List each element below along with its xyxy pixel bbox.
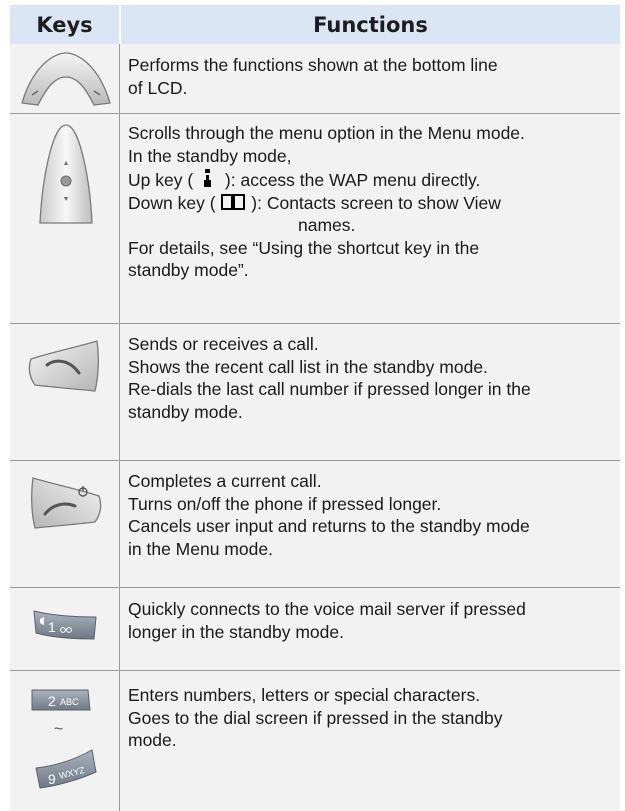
description-line: Up key ( ): access the WAP menu directly… [128, 167, 614, 192]
number-keys-icon: 2 ABC ~ 9 WXYZ [31, 689, 97, 789]
table-row: 2 ABC ~ 9 WXYZ Enters numbers, letters o… [10, 670, 620, 811]
description-line: Down key ( ): Contacts screen to show Vi… [128, 192, 614, 215]
function-description: Quickly connects to the voice mail serve… [128, 598, 614, 643]
wap-icon [204, 169, 212, 187]
description-line: standby mode. [128, 401, 243, 422]
keys-column-header: Keys [36, 12, 93, 37]
function-description: Performs the functions shown at the bott… [128, 54, 614, 99]
function-description: Scrolls through the menu option in the M… [128, 122, 614, 282]
description-line: Re-dials the last call number if pressed… [128, 379, 531, 399]
function-description: Enters numbers, letters or special chara… [128, 684, 614, 752]
description-line: of LCD. [128, 77, 188, 98]
down-key-label: Down key ( [128, 192, 216, 213]
svg-text:9: 9 [48, 771, 56, 787]
description-line: Completes a current call. [128, 471, 322, 491]
key-cell: 1 [10, 587, 119, 670]
description-line: names. [298, 215, 356, 235]
key-cell [10, 323, 119, 460]
description-line: Sends or receives a call. [128, 334, 319, 354]
table-header: Keys Functions [10, 5, 620, 44]
voicemail-key-icon: 1 [33, 610, 97, 640]
table-row: Sends or receives a call. Shows the rece… [10, 323, 620, 460]
end-key-icon [31, 477, 102, 529]
functions-column-header: Functions [313, 12, 428, 37]
down-key-description: ): Contacts screen to show View [251, 192, 501, 213]
description-line: longer in the standby mode. [128, 621, 344, 642]
send-key-icon [28, 340, 99, 392]
up-key-description: ): access the WAP menu directly. [224, 170, 481, 190]
description-line: Goes to the dial screen if pressed in th… [128, 707, 503, 728]
description-line: Cancels user input and returns to the st… [128, 516, 530, 536]
description-line: Turns on/off the phone if pressed longer… [128, 493, 442, 514]
description-line: Shows the recent call list in the standb… [128, 356, 488, 377]
svg-text:2: 2 [48, 693, 56, 709]
key-cell: 2 ABC ~ 9 WXYZ [10, 670, 119, 811]
svg-text:~: ~ [54, 721, 63, 738]
soft-keys-icon [21, 52, 111, 106]
table-row: Completes a current call. Turns on/off t… [10, 460, 620, 587]
description-line: Enters numbers, letters or special chara… [128, 685, 481, 705]
description-line: In the standby mode, [128, 145, 292, 166]
function-description: Completes a current call. Turns on/off t… [128, 470, 614, 560]
description-line: mode. [128, 730, 177, 750]
up-key-label: Up key ( [128, 170, 194, 190]
phonebook-icon [221, 193, 246, 210]
description-line: For details, see “Using the shortcut key… [128, 237, 480, 258]
svg-text:ABC: ABC [60, 697, 79, 707]
description-line: Performs the functions shown at the bott… [128, 55, 498, 75]
key-cell [10, 113, 119, 323]
description-line: standby mode”. [128, 260, 249, 280]
table-row: Performs the functions shown at the bott… [10, 44, 620, 113]
key-cell [10, 460, 119, 587]
description-line: Scrolls through the menu option in the M… [128, 123, 525, 143]
function-description: Sends or receives a call. Shows the rece… [128, 333, 614, 423]
description-line: in the Menu mode. [128, 538, 273, 559]
navigation-key-icon [39, 124, 93, 224]
table-row: 1 Quickly connects to the voice mail ser… [10, 587, 620, 670]
table-row: Scrolls through the menu option in the M… [10, 113, 620, 323]
description-line: Quickly connects to the voice mail serve… [128, 599, 526, 619]
svg-text:1: 1 [48, 619, 56, 635]
keys-functions-table: Keys Functions Performs the functions sh… [10, 5, 620, 811]
key-cell [10, 44, 119, 113]
